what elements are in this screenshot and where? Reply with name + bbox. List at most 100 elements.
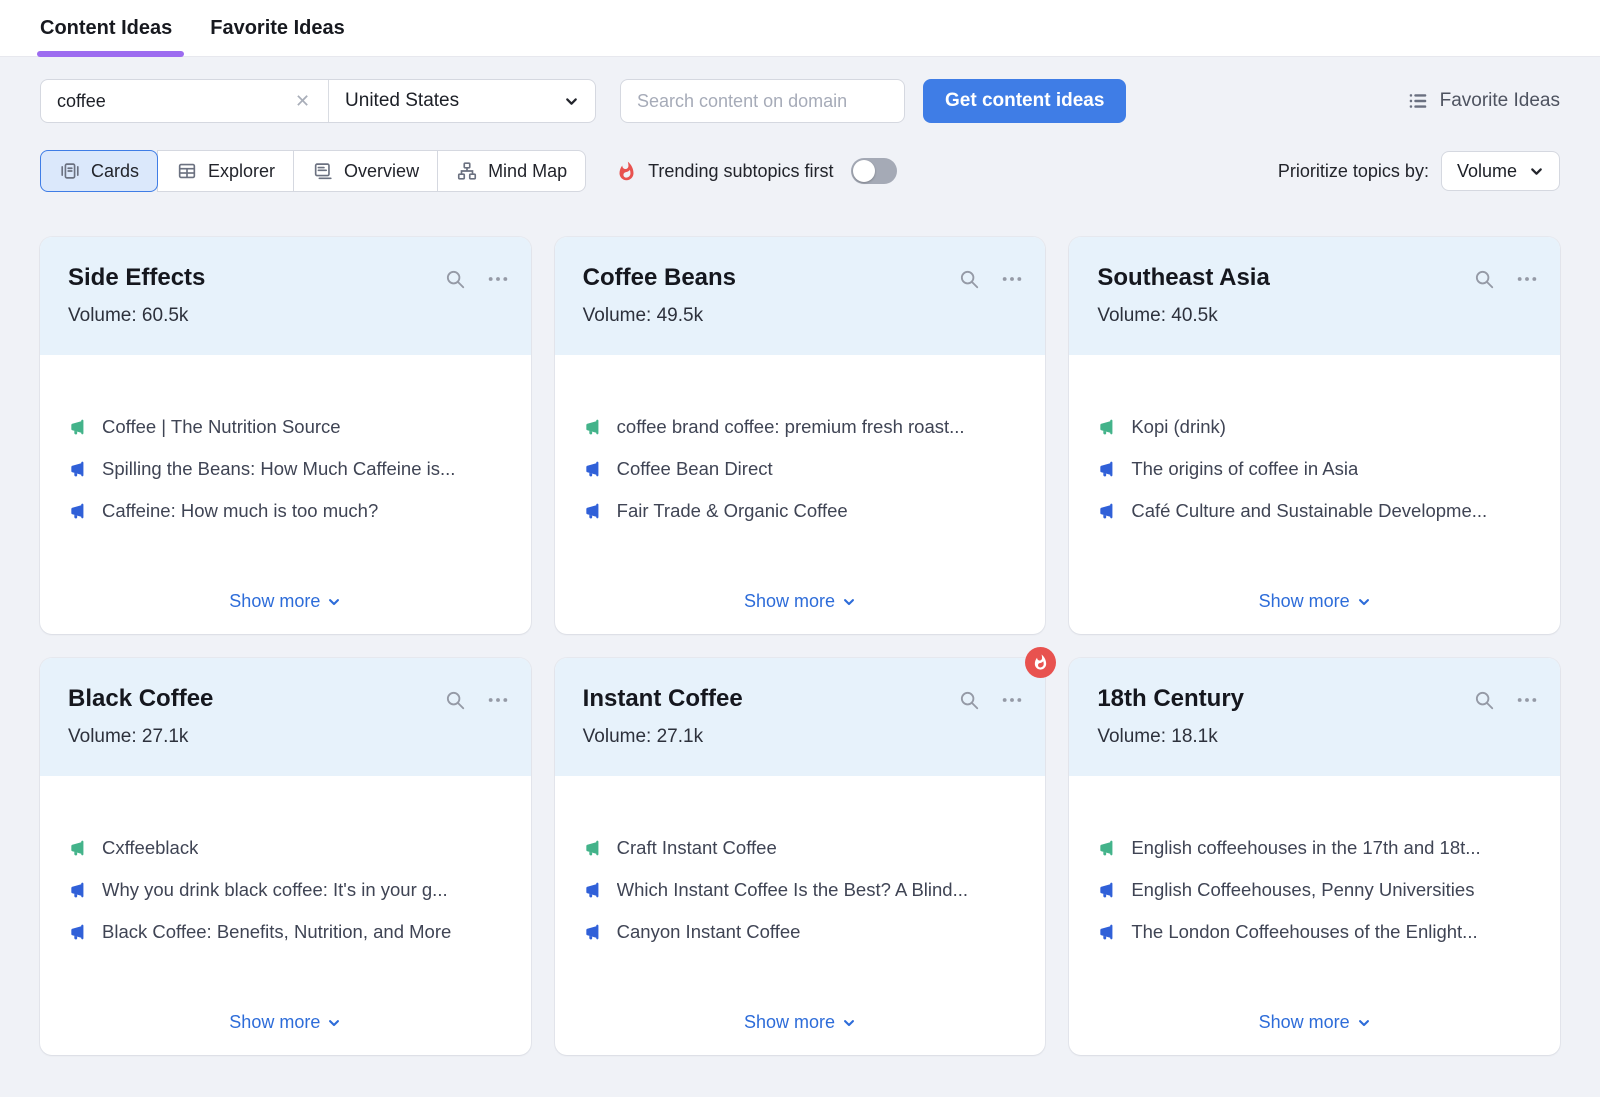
headline-text: English coffeehouses in the 17th and 18t… bbox=[1131, 836, 1480, 859]
headline-item[interactable]: Why you drink black coffee: It's in your… bbox=[68, 878, 503, 901]
tab-bar: Content Ideas Favorite Ideas bbox=[0, 0, 1600, 57]
topic-card: Black Coffee Volume: 27.1k Cxffeeblack W… bbox=[40, 658, 531, 1055]
more-options-icon[interactable] bbox=[1516, 268, 1538, 290]
favorite-ideas-link-label: Favorite Ideas bbox=[1440, 90, 1560, 112]
headline-item[interactable]: English coffeehouses in the 17th and 18t… bbox=[1097, 836, 1532, 859]
view-overview-button[interactable]: Overview bbox=[293, 150, 438, 192]
trending-subtopics-label: Trending subtopics first bbox=[648, 161, 833, 182]
clear-icon[interactable]: ✕ bbox=[291, 91, 314, 112]
tab-content-ideas[interactable]: Content Ideas bbox=[40, 0, 172, 56]
chevron-down-icon bbox=[1357, 595, 1371, 609]
headline-text: English Coffeehouses, Penny Universities bbox=[1131, 878, 1474, 901]
show-more-link[interactable]: Show more bbox=[229, 591, 341, 612]
domain-search-input[interactable] bbox=[620, 79, 905, 123]
headline-item[interactable]: The origins of coffee in Asia bbox=[1097, 457, 1532, 480]
headline-item[interactable]: Coffee | The Nutrition Source bbox=[68, 415, 503, 438]
headline-list: Cxffeeblack Why you drink black coffee: … bbox=[68, 836, 503, 943]
search-icon[interactable] bbox=[444, 268, 466, 290]
search-row: ✕ United States Get content ideas Favori… bbox=[40, 79, 1560, 123]
headline-text: The London Coffeehouses of the Enlight..… bbox=[1131, 920, 1477, 943]
headline-item[interactable]: Café Culture and Sustainable Developme..… bbox=[1097, 499, 1532, 522]
megaphone-icon bbox=[1097, 459, 1117, 479]
view-toolbar: Cards Explorer Overview Mind Map Trendin… bbox=[40, 150, 1560, 192]
megaphone-icon bbox=[583, 459, 603, 479]
headline-list: English coffeehouses in the 17th and 18t… bbox=[1097, 836, 1532, 943]
sort-select-value: Volume bbox=[1457, 161, 1517, 182]
headline-item[interactable]: English Coffeehouses, Penny Universities bbox=[1097, 878, 1532, 901]
chevron-down-icon bbox=[327, 1016, 341, 1030]
card-header: Coffee Beans Volume: 49.5k bbox=[555, 237, 1046, 355]
get-content-ideas-button[interactable]: Get content ideas bbox=[923, 79, 1126, 123]
trending-subtopics-toggle[interactable] bbox=[851, 158, 897, 184]
country-select[interactable]: United States bbox=[329, 80, 595, 122]
headline-text: Which Instant Coffee Is the Best? A Blin… bbox=[617, 878, 968, 901]
headline-text: Canyon Instant Coffee bbox=[617, 920, 801, 943]
headline-item[interactable]: Canyon Instant Coffee bbox=[583, 920, 1018, 943]
more-options-icon[interactable] bbox=[487, 268, 509, 290]
more-options-icon[interactable] bbox=[1516, 689, 1538, 711]
megaphone-icon bbox=[68, 501, 88, 521]
more-options-icon[interactable] bbox=[1001, 268, 1023, 290]
chevron-down-icon bbox=[1529, 164, 1544, 179]
show-more-label: Show more bbox=[744, 1012, 835, 1033]
chevron-down-icon bbox=[842, 1016, 856, 1030]
card-header: Southeast Asia Volume: 40.5k bbox=[1069, 237, 1560, 355]
toggle-knob bbox=[853, 160, 875, 182]
card-body: English coffeehouses in the 17th and 18t… bbox=[1069, 776, 1560, 1055]
card-header: Instant Coffee Volume: 27.1k bbox=[555, 658, 1046, 776]
topic-card: Southeast Asia Volume: 40.5k Kopi (drink… bbox=[1069, 237, 1560, 634]
cards-view-icon bbox=[59, 160, 81, 182]
search-icon[interactable] bbox=[1473, 268, 1495, 290]
headline-item[interactable]: Cxffeeblack bbox=[68, 836, 503, 859]
megaphone-icon bbox=[1097, 922, 1117, 942]
headline-item[interactable]: Black Coffee: Benefits, Nutrition, and M… bbox=[68, 920, 503, 943]
card-volume: Volume: 40.5k bbox=[1097, 305, 1532, 327]
tab-content-ideas-label: Content Ideas bbox=[40, 17, 172, 40]
megaphone-icon bbox=[1097, 838, 1117, 858]
card-body: Craft Instant Coffee Which Instant Coffe… bbox=[555, 776, 1046, 1055]
headline-item[interactable]: Coffee Bean Direct bbox=[583, 457, 1018, 480]
headline-list: coffee brand coffee: premium fresh roast… bbox=[583, 415, 1018, 522]
tab-favorite-ideas[interactable]: Favorite Ideas bbox=[210, 0, 345, 56]
show-more-link[interactable]: Show more bbox=[1259, 1012, 1371, 1033]
search-icon[interactable] bbox=[958, 689, 980, 711]
show-more-link[interactable]: Show more bbox=[229, 1012, 341, 1033]
headline-text: Craft Instant Coffee bbox=[617, 836, 777, 859]
megaphone-icon bbox=[68, 417, 88, 437]
show-more-link[interactable]: Show more bbox=[744, 591, 856, 612]
topic-cards-grid: Side Effects Volume: 60.5k Coffee | The … bbox=[40, 237, 1560, 1055]
headline-text: Why you drink black coffee: It's in your… bbox=[102, 878, 448, 901]
headline-text: Spilling the Beans: How Much Caffeine is… bbox=[102, 457, 455, 480]
show-more-link[interactable]: Show more bbox=[744, 1012, 856, 1033]
headline-item[interactable]: Kopi (drink) bbox=[1097, 415, 1532, 438]
headline-item[interactable]: The London Coffeehouses of the Enlight..… bbox=[1097, 920, 1532, 943]
search-icon[interactable] bbox=[958, 268, 980, 290]
megaphone-icon bbox=[583, 880, 603, 900]
more-options-icon[interactable] bbox=[487, 689, 509, 711]
favorite-ideas-link[interactable]: Favorite Ideas bbox=[1407, 90, 1560, 112]
headline-item[interactable]: Craft Instant Coffee bbox=[583, 836, 1018, 859]
headline-item[interactable]: coffee brand coffee: premium fresh roast… bbox=[583, 415, 1018, 438]
headline-item[interactable]: Caffeine: How much is too much? bbox=[68, 499, 503, 522]
sort-select[interactable]: Volume bbox=[1441, 151, 1560, 191]
show-more-link[interactable]: Show more bbox=[1259, 591, 1371, 612]
table-view-icon bbox=[176, 160, 198, 182]
card-body: coffee brand coffee: premium fresh roast… bbox=[555, 355, 1046, 634]
topic-card: Coffee Beans Volume: 49.5k coffee brand … bbox=[555, 237, 1046, 634]
view-mindmap-button[interactable]: Mind Map bbox=[437, 150, 586, 192]
megaphone-icon bbox=[68, 838, 88, 858]
view-explorer-button[interactable]: Explorer bbox=[157, 150, 294, 192]
search-icon[interactable] bbox=[444, 689, 466, 711]
card-title: Black Coffee bbox=[68, 685, 503, 714]
headline-item[interactable]: Which Instant Coffee Is the Best? A Blin… bbox=[583, 878, 1018, 901]
headline-text: Fair Trade & Organic Coffee bbox=[617, 499, 848, 522]
more-options-icon[interactable] bbox=[1001, 689, 1023, 711]
headline-item[interactable]: Fair Trade & Organic Coffee bbox=[583, 499, 1018, 522]
topic-search-combo: ✕ United States bbox=[40, 79, 596, 123]
prioritize-label: Prioritize topics by: bbox=[1278, 161, 1429, 182]
search-icon[interactable] bbox=[1473, 689, 1495, 711]
headline-item[interactable]: Spilling the Beans: How Much Caffeine is… bbox=[68, 457, 503, 480]
view-cards-button[interactable]: Cards bbox=[40, 150, 158, 192]
topic-search-input[interactable] bbox=[55, 90, 291, 113]
megaphone-icon bbox=[68, 922, 88, 942]
